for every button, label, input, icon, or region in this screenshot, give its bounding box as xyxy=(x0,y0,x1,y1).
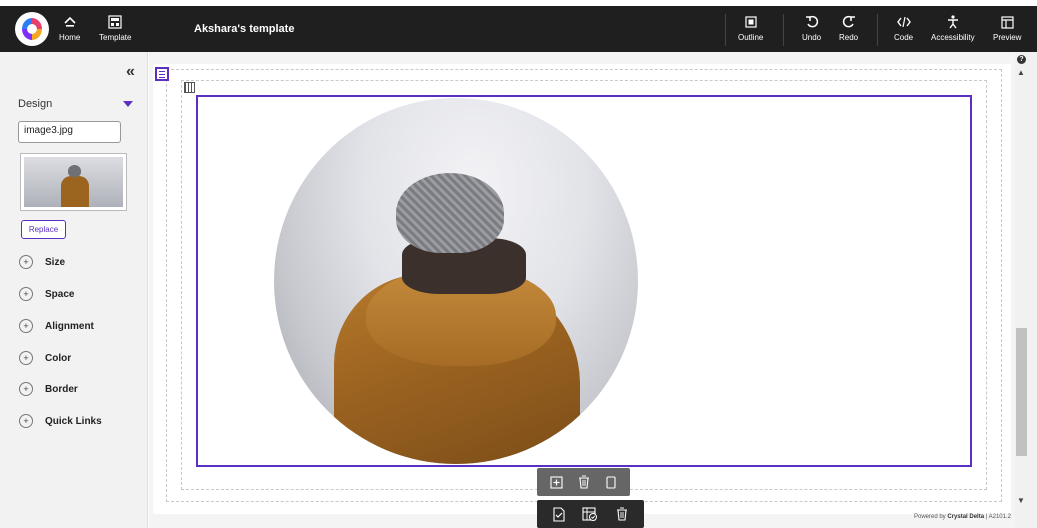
outline-icon xyxy=(745,14,757,30)
section-action-toolbar xyxy=(537,500,644,528)
image-thumbnail xyxy=(20,153,127,211)
code-label: Code xyxy=(894,33,914,42)
accordion-color[interactable]: + Color xyxy=(19,351,71,365)
approve-section-button[interactable] xyxy=(582,506,598,522)
accordion-quick-links[interactable]: + Quick Links xyxy=(19,414,102,428)
redo-button[interactable]: Redo xyxy=(839,14,858,42)
help-icon[interactable]: ? xyxy=(1017,55,1026,64)
grid-check-icon xyxy=(582,507,598,521)
selection-outline xyxy=(196,95,972,467)
top-toolbar: Home Template Akshara's template Outline… xyxy=(0,6,1037,52)
template-icon xyxy=(108,14,122,30)
trash-icon xyxy=(617,507,628,521)
footer-separator: | xyxy=(985,514,988,520)
collapse-sidebar-button[interactable]: « xyxy=(126,63,135,81)
scroll-down-arrow-icon[interactable]: ▼ xyxy=(1016,496,1026,505)
accessibility-label: Accessibility xyxy=(931,33,975,42)
plus-circle-icon: + xyxy=(19,382,33,396)
toolbar-divider xyxy=(877,14,878,46)
duplicate-element-button[interactable] xyxy=(603,474,619,490)
design-sidebar: « Design image3.jpg Replace + Size + Spa… xyxy=(0,52,148,528)
scroll-up-arrow-icon[interactable]: ▲ xyxy=(1016,68,1026,77)
code-button[interactable]: Code xyxy=(894,14,913,42)
image-name-field[interactable]: image3.jpg xyxy=(18,121,121,143)
element-action-toolbar xyxy=(537,468,630,496)
plus-circle-icon: + xyxy=(19,319,33,333)
undo-button[interactable]: Undo xyxy=(802,14,821,42)
accordion-size[interactable]: + Size xyxy=(19,255,65,269)
accordion-space[interactable]: + Space xyxy=(19,287,74,301)
caret-down-icon[interactable] xyxy=(123,101,133,107)
home-icon xyxy=(63,14,77,30)
delete-section-button[interactable] xyxy=(614,506,630,522)
delete-element-button[interactable] xyxy=(576,474,592,490)
toolbar-divider xyxy=(725,14,726,46)
home-button[interactable]: Home xyxy=(59,14,80,42)
file-check-icon xyxy=(553,506,565,522)
save-section-button[interactable] xyxy=(551,506,567,522)
canvas-scrollbar[interactable] xyxy=(1015,52,1037,528)
undo-label: Undo xyxy=(802,33,822,42)
replace-image-button[interactable]: Replace xyxy=(21,220,66,239)
add-element-button[interactable] xyxy=(549,474,565,490)
template-label: Template xyxy=(99,33,132,42)
plus-circle-icon: + xyxy=(19,287,33,301)
template-title: Akshara's template xyxy=(194,23,295,35)
version-text: A2101.2 xyxy=(988,514,1011,520)
preview-icon xyxy=(1001,14,1014,30)
section-handle-icon[interactable] xyxy=(155,67,169,81)
toolbar-divider xyxy=(783,14,784,46)
accessibility-icon xyxy=(947,14,959,30)
preview-button[interactable]: Preview xyxy=(993,14,1021,42)
accordion-label: Quick Links xyxy=(45,415,102,427)
outline-button[interactable]: Outline xyxy=(738,14,763,42)
powered-by-text: Powered by xyxy=(914,514,946,520)
accessibility-button[interactable]: Accessibility xyxy=(931,14,975,42)
accordion-label: Space xyxy=(45,288,75,300)
trash-icon xyxy=(578,475,589,489)
design-section-label[interactable]: Design xyxy=(18,98,52,110)
preview-label: Preview xyxy=(993,33,1022,42)
accordion-label: Border xyxy=(45,383,78,395)
copy-icon xyxy=(605,476,616,489)
brand-name[interactable]: Crystal Delta xyxy=(947,514,984,520)
redo-label: Redo xyxy=(839,33,859,42)
column-handle-icon[interactable] xyxy=(184,82,195,93)
accordion-alignment[interactable]: + Alignment xyxy=(19,319,94,333)
template-button[interactable]: Template xyxy=(99,14,131,42)
outline-label: Outline xyxy=(738,33,764,42)
plus-circle-icon: + xyxy=(19,414,33,428)
footer-credit: Powered by Crystal Delta | A2101.2 xyxy=(914,514,1011,520)
accordion-label: Size xyxy=(45,256,66,268)
app-logo[interactable] xyxy=(15,12,49,46)
code-icon xyxy=(896,14,911,30)
accordion-label: Color xyxy=(45,352,72,364)
undo-icon xyxy=(805,14,819,30)
accordion-border[interactable]: + Border xyxy=(19,382,78,396)
home-label: Home xyxy=(59,33,81,42)
plus-circle-icon: + xyxy=(19,255,33,269)
redo-icon xyxy=(842,14,856,30)
scrollbar-thumb[interactable] xyxy=(1016,328,1027,456)
plus-circle-icon: + xyxy=(19,351,33,365)
add-box-icon xyxy=(550,475,563,489)
accordion-label: Alignment xyxy=(45,320,94,332)
